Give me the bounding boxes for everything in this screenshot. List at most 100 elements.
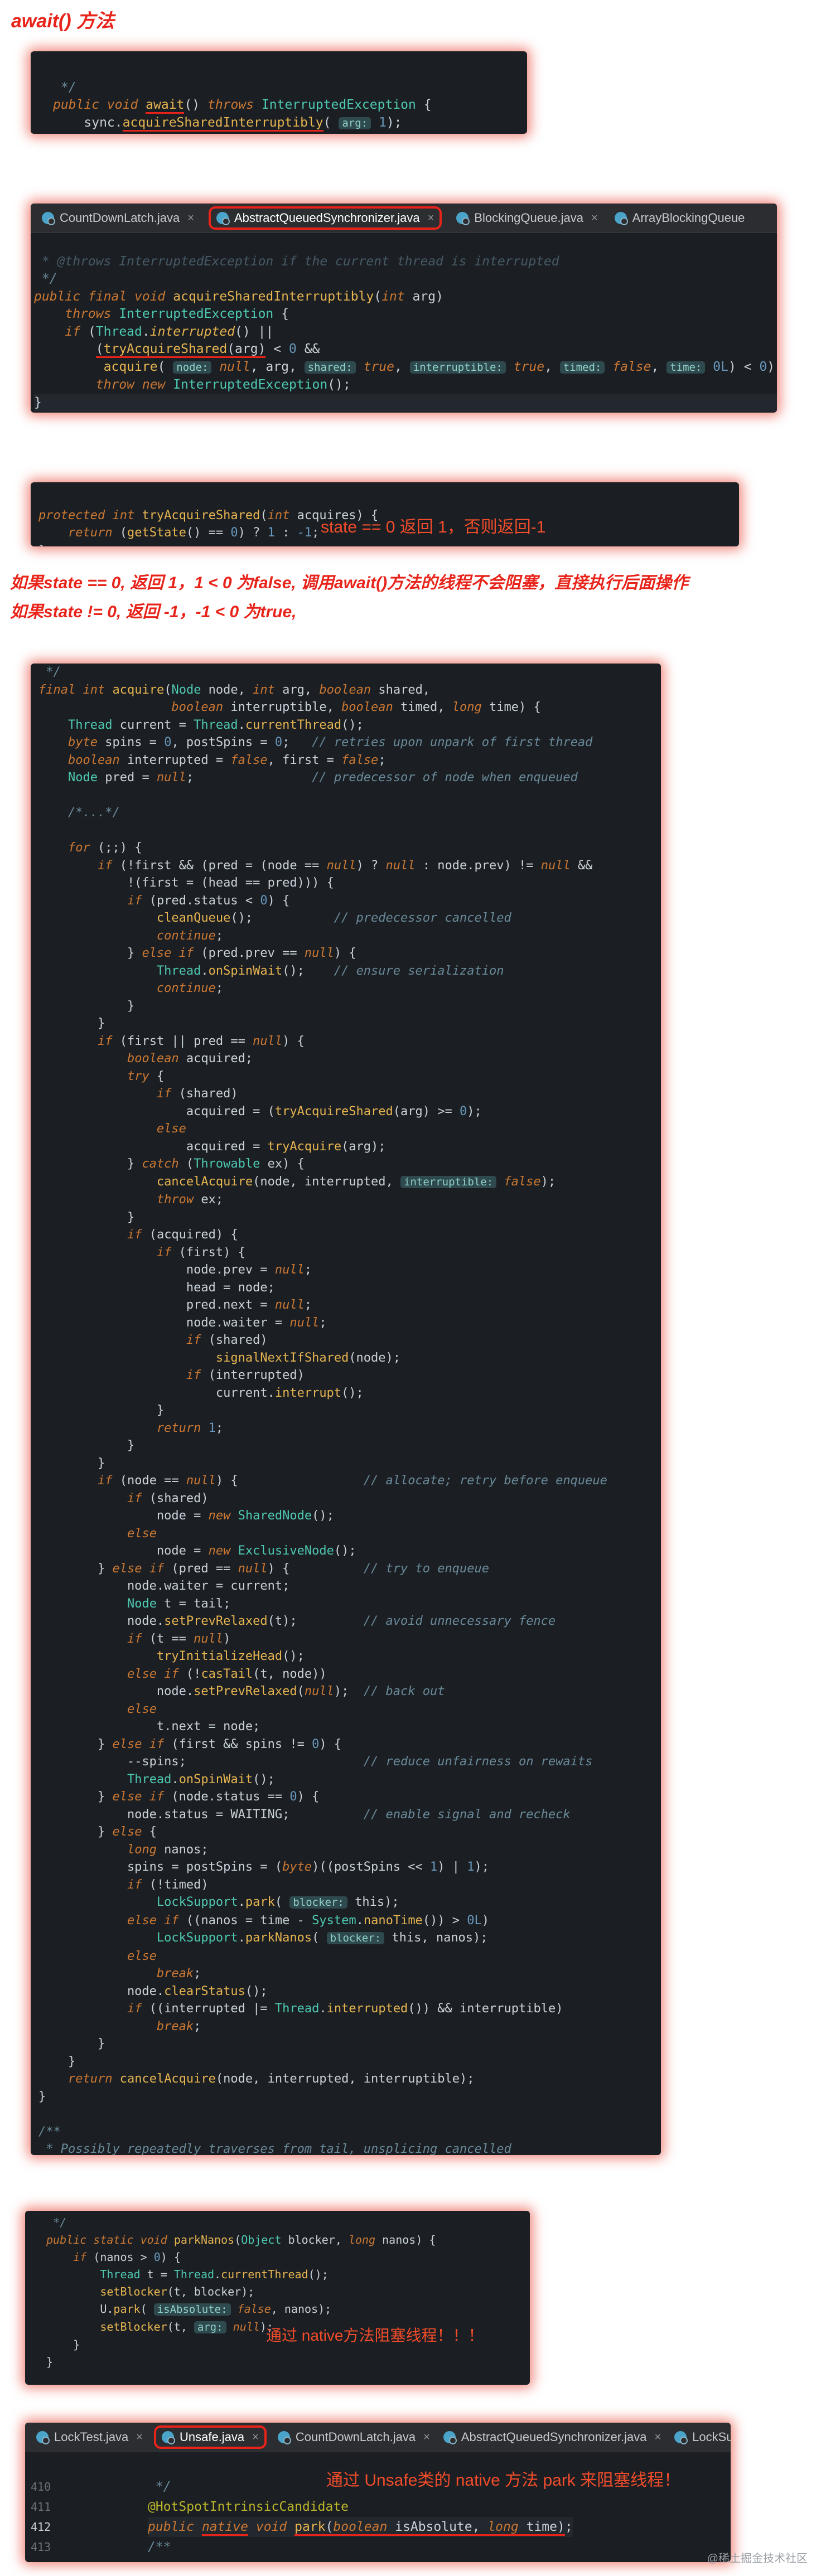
code-line: Thread current = Thread.currentThread(); [67, 718, 364, 732]
await-code-block: */public void await() throws Interrupted… [31, 51, 527, 134]
code-line: Node t = tail; [127, 1596, 231, 1611]
param-hint: interruptible: [400, 1175, 497, 1188]
line-number-gutter: 410 411 412 413 414 [25, 2457, 64, 2562]
java-class-icon [614, 212, 628, 225]
code-line: */ [46, 2216, 67, 2229]
code-line: if (pred.status < 0) { [127, 893, 290, 908]
param-hint: node: [173, 361, 212, 374]
close-icon[interactable]: × [136, 2431, 143, 2444]
code-line: spins = postSpins = (byte)((postSpins <<… [38, 1860, 489, 1874]
try-acquire-shared-block: protected int tryAcquireShared(int acqui… [31, 482, 739, 546]
code-line: return 1; [156, 1421, 224, 1435]
await-method-name[interactable]: await [146, 98, 185, 114]
java-interface-icon [456, 212, 470, 225]
unsafe-park-annotation: 通过 Unsafe类的 native 方法 park 来阻塞线程！ [326, 2471, 681, 2490]
param-hint: shared: [304, 361, 356, 374]
code-line: (tryAcquireShared(arg) < 0 && [34, 341, 777, 359]
code-line: node.setPrevRelaxed(t); // avoid unneces… [38, 1614, 556, 1628]
native-block-annotation: 通过 native方法阻塞线程！！！ [266, 2327, 484, 2344]
tab-locktest[interactable]: LockTest.java × [36, 2430, 143, 2444]
line-number: 412 [31, 2520, 51, 2534]
code-line: if ((interrupted |= Thread.interrupted()… [127, 2002, 563, 2016]
code-line: if (!first && (pred = (node == null) ? n… [97, 858, 593, 873]
tab-label: BlockingQueue.java [474, 211, 583, 225]
code-line: boolean interrupted = false, first = fal… [67, 753, 386, 767]
code-line: } catch (Throwable ex) { [38, 1157, 305, 1171]
code-line: } [38, 1403, 165, 1417]
code-line: } [38, 1456, 105, 1470]
code-line: } [38, 542, 739, 547]
tab-countdownlatch[interactable]: CountDownLatch.java × [42, 211, 194, 225]
code-line: node.clearStatus(); [38, 1984, 268, 1998]
state-annotation: state == 0 返回 1，否则返回-1 [321, 518, 546, 536]
param-hint: interruptible: [409, 361, 506, 374]
code-line: } else if (pred == null) { // try to enq… [38, 1561, 489, 1576]
close-icon[interactable]: × [252, 2431, 259, 2444]
code-line: @HotSpotIntrinsicCandidate [148, 2500, 349, 2514]
aqs-code: * @throws InterruptedException if the cu… [31, 233, 777, 413]
code-line: else [127, 1702, 157, 1716]
code-line: } else if (first && spins != 0) { [38, 1737, 342, 1751]
close-icon[interactable]: × [187, 212, 194, 225]
java-class-icon [443, 2431, 457, 2444]
code-line: node.waiter = null; [38, 1315, 327, 1330]
code-line: */ [34, 272, 57, 286]
tab-aqs[interactable]: AbstractQueuedSynchronizer.java × [443, 2430, 661, 2444]
close-icon[interactable]: × [423, 2431, 430, 2444]
close-icon[interactable]: × [591, 212, 598, 225]
tab-unsafe[interactable]: Unsafe.java × [153, 2425, 267, 2449]
code-line: if (shared) [127, 1491, 209, 1505]
code-line: if (node == null) { // allocate; retry b… [97, 1474, 607, 1488]
line-number: 414 [31, 2557, 64, 2562]
page-title: await() 方法 [11, 11, 115, 32]
code-line: t.next = node; [38, 1720, 260, 1734]
code-line: throw new InterruptedException(); [34, 377, 351, 392]
code-line: head = node; [38, 1280, 275, 1295]
tab-label: CountDownLatch.java [60, 211, 180, 225]
code-line: * @throws InterruptedException if the cu… [34, 254, 559, 269]
code-line: long nanos; [127, 1842, 209, 1857]
code-line: } [46, 2355, 54, 2369]
code-line: continue; [156, 981, 224, 995]
code-line: } [38, 2037, 105, 2051]
java-class-icon [42, 212, 55, 225]
tab-label: ArrayBlockingQueue [632, 211, 745, 225]
line-number: 410 [31, 2480, 51, 2493]
code-line: } [38, 999, 135, 1013]
tab-aqs[interactable]: AbstractQueuedSynchronizer.java × [208, 206, 442, 230]
note-state-nonzero: 如果state != 0, 返回 -1，-1 < 0 为true, [10, 603, 297, 621]
code-line: cleanQueue(); // predecessor cancelled [156, 911, 511, 925]
code-line: else if (!casTail(t, node)) [127, 1667, 327, 1681]
acquire-shared-interruptibly-call[interactable]: acquireSharedInterruptibly [122, 115, 323, 132]
code-line: break; [156, 1967, 201, 1981]
tab-blockingqueue[interactable]: BlockingQueue.java × [456, 211, 598, 225]
code-line: continue; [156, 928, 224, 943]
code-line: else [156, 1122, 186, 1136]
unsafe-editor: LockTest.java × Unsafe.java × CountDownLat… [25, 2423, 731, 2562]
code-line: node.prev = null; [38, 1263, 312, 1277]
code-line: } [38, 1439, 135, 1452]
java-class-icon [161, 2431, 175, 2444]
code-line: if (t == null) [127, 1631, 231, 1646]
park-nanos-block: */ public static void parkNanos(Object bl… [25, 2211, 530, 2385]
code-line: if (shared) [186, 1333, 268, 1347]
param-hint: timed: [559, 361, 605, 374]
code-line: try { [127, 1069, 165, 1083]
tab-arrayblockingqueue[interactable]: ArrayBlockingQueue [614, 211, 745, 225]
code-line: } else if (node.status == 0) { [38, 1790, 320, 1804]
note-state-zero: 如果state == 0, 返回 1，1 < 0 为false, 调用await… [10, 574, 689, 592]
code-line: } else if (pred.prev == null) { [38, 946, 356, 960]
code-line: if (!timed) [127, 1877, 209, 1892]
close-icon[interactable]: × [428, 212, 434, 225]
java-class-icon [36, 2431, 50, 2444]
close-icon[interactable]: × [654, 2431, 661, 2444]
code-line: acquired = tryAcquire(arg); [38, 1139, 386, 1154]
code-line: } [53, 132, 527, 134]
watermark: @稀土掘金技术社区 [707, 2553, 808, 2565]
tab-countdownlatch[interactable]: CountDownLatch.java × [277, 2430, 430, 2444]
code-line: byte spins = 0, postSpins = 0; // retrie… [67, 735, 593, 749]
tab-locksupport[interactable]: LockSupp [674, 2430, 731, 2444]
code-line: boolean acquired; [127, 1052, 253, 1066]
code-line: throw ex; [156, 1193, 224, 1207]
code-line: for (;;) { [67, 841, 142, 855]
